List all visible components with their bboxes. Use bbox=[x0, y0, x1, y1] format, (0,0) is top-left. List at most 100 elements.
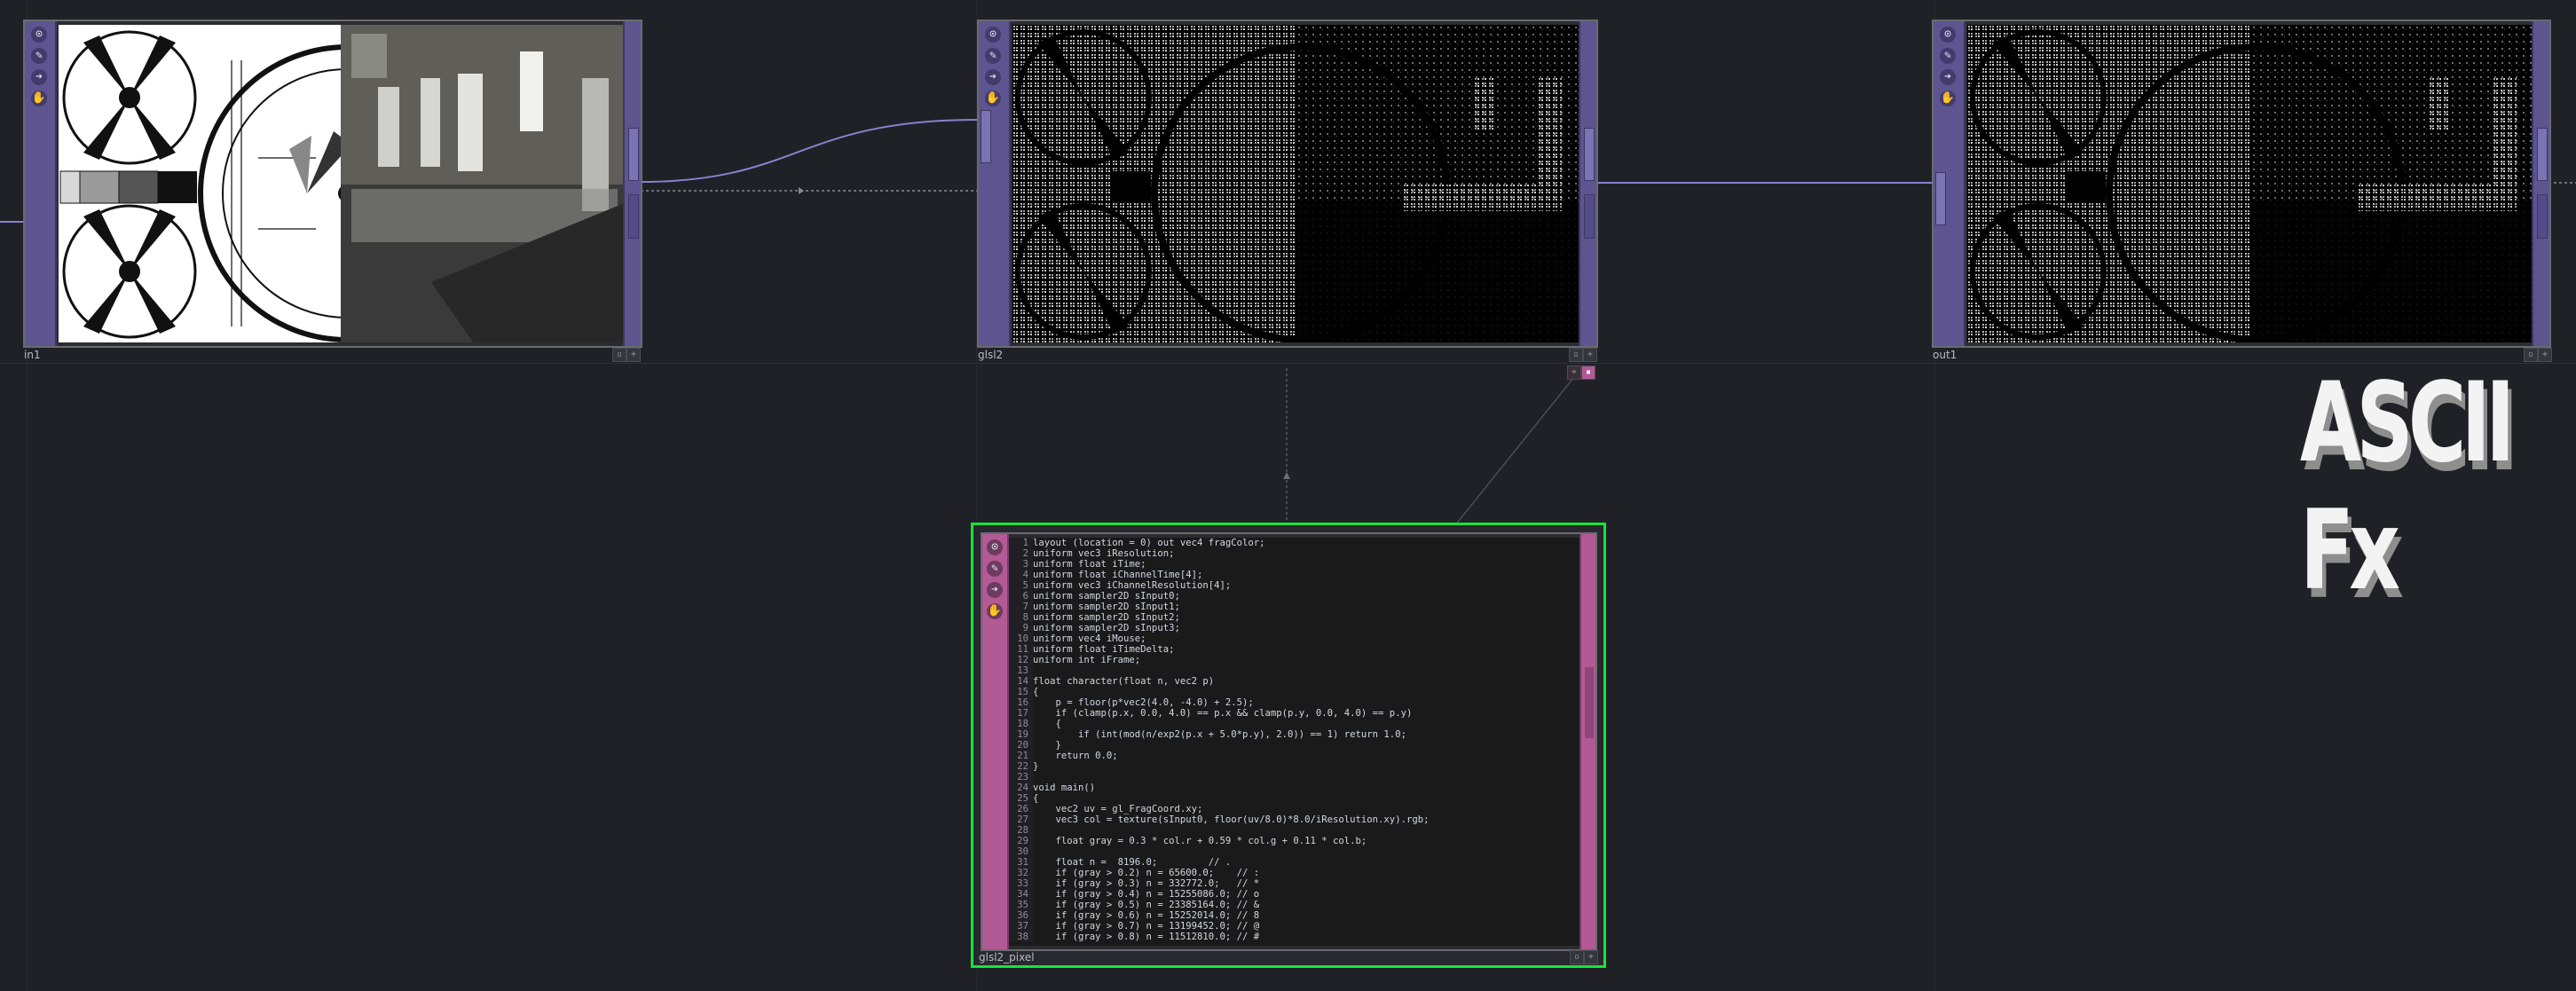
line-number: 2 bbox=[1009, 548, 1033, 559]
hand-icon[interactable]: ✋ bbox=[1940, 90, 1956, 106]
viewer-toggle-button[interactable]: ▫ bbox=[612, 348, 626, 362]
output-connector[interactable] bbox=[2537, 194, 2548, 239]
pin-icon[interactable]: ⌖ bbox=[1567, 366, 1581, 380]
code-text: } bbox=[1033, 740, 1061, 751]
arrow-right-icon[interactable]: ➔ bbox=[985, 69, 1001, 85]
line-number: 38 bbox=[1009, 932, 1033, 942]
hand-icon[interactable]: ✋ bbox=[31, 90, 47, 106]
code-text: uniform sampler2D sInput3; bbox=[1033, 623, 1180, 633]
code-line: 2 uniform vec3 iResolution; bbox=[1009, 548, 1579, 559]
node-glsl2[interactable]: ⊙ ✎ ➔ ✋ bbox=[977, 20, 1598, 348]
code-editor[interactable]: 1 layout (location = 0) out vec4 fragColo… bbox=[1009, 538, 1579, 946]
code-line: 27 vec3 col = texture(sInput0, floor(uv/… bbox=[1009, 814, 1579, 825]
pencil-icon[interactable]: ✎ bbox=[987, 561, 1003, 577]
arrow-right-icon[interactable]: ➔ bbox=[987, 582, 1003, 598]
node-out1[interactable]: ⊙ ✎ ➔ ✋ bbox=[1932, 20, 2551, 348]
hand-icon[interactable]: ✋ bbox=[985, 90, 1001, 106]
line-number: 12 bbox=[1009, 655, 1033, 665]
wire-pixel-glsl2-param bbox=[1454, 372, 1579, 526]
pencil-icon[interactable]: ✎ bbox=[31, 48, 47, 64]
code-line: 35 if (gray > 0.5) n = 23385164.0; // & bbox=[1009, 900, 1579, 910]
output-connector[interactable] bbox=[1584, 128, 1595, 181]
line-number: 15 bbox=[1009, 687, 1033, 697]
line-number: 22 bbox=[1009, 761, 1033, 772]
node-sidebar: ⊙ ✎ ➔ ✋ bbox=[979, 21, 1011, 346]
code-line: 23 bbox=[1009, 772, 1579, 783]
code-line: 12 uniform int iFrame; bbox=[1009, 655, 1579, 665]
code-line: 15{ bbox=[1009, 687, 1579, 697]
code-text: vec3 col = texture(sInput0, floor(uv/8.0… bbox=[1033, 814, 1430, 825]
pencil-icon[interactable]: ✎ bbox=[985, 48, 1001, 64]
scroll-thumb[interactable] bbox=[1585, 667, 1594, 738]
node-rightbar bbox=[1579, 21, 1596, 346]
node-glsl2-pixel[interactable]: ⊙ ✎ ➔ ✋ 1 layout (location = 0) out vec4 … bbox=[971, 523, 1606, 968]
line-number: 9 bbox=[1009, 623, 1033, 633]
hand-icon[interactable]: ✋ bbox=[987, 603, 1003, 619]
code-line: 6 uniform sampler2D sInput0; bbox=[1009, 591, 1579, 602]
output-connector[interactable] bbox=[628, 128, 639, 181]
viewer-image bbox=[59, 25, 623, 342]
add-button[interactable]: + bbox=[1583, 348, 1597, 362]
code-text: uniform sampler2D sInput1; bbox=[1033, 602, 1180, 612]
add-button[interactable]: + bbox=[626, 348, 641, 362]
viewer-toggle-button[interactable]: ▫ bbox=[2524, 348, 2538, 362]
line-number: 37 bbox=[1009, 921, 1033, 932]
viewer-toggle-button[interactable]: ▫ bbox=[1570, 950, 1584, 964]
line-number: 21 bbox=[1009, 751, 1033, 761]
target-icon[interactable]: ⊙ bbox=[31, 27, 47, 43]
code-line: 37 if (gray > 0.7) n = 13199452.0; // @ bbox=[1009, 921, 1579, 932]
code-line: 28 bbox=[1009, 825, 1579, 836]
line-number: 36 bbox=[1009, 910, 1033, 921]
code-text: uniform vec4 iMouse; bbox=[1033, 633, 1146, 644]
target-icon[interactable]: ⊙ bbox=[985, 27, 1001, 43]
line-number: 17 bbox=[1009, 708, 1033, 719]
code-text: return 0.0; bbox=[1033, 751, 1118, 761]
code-text: p = floor(p*vec2(4.0, -4.0) + 2.5); bbox=[1033, 697, 1254, 708]
line-number: 1 bbox=[1009, 538, 1033, 548]
output-connector[interactable] bbox=[1584, 194, 1595, 239]
node-in1[interactable]: ⊙ ✎ ➔ ✋ bbox=[23, 20, 642, 348]
line-number: 3 bbox=[1009, 559, 1033, 570]
arrow-right-icon[interactable]: ➔ bbox=[1940, 69, 1956, 85]
node-sidebar: ⊙ ✎ ➔ ✋ bbox=[982, 534, 1009, 949]
input-connector[interactable] bbox=[981, 110, 991, 163]
target-icon[interactable]: ⊙ bbox=[987, 539, 1003, 555]
output-connector[interactable] bbox=[2537, 128, 2548, 181]
code-text: uniform vec3 iResolution; bbox=[1033, 548, 1175, 559]
node-viewer bbox=[1967, 25, 2532, 342]
code-line: 36 if (gray > 0.6) n = 15252014.0; // 8 bbox=[1009, 910, 1579, 921]
code-line: 17 if (clamp(p.x, 0.0, 4.0) == p.x && cl… bbox=[1009, 708, 1579, 719]
code-scrollbar[interactable] bbox=[1579, 534, 1595, 949]
output-connector[interactable] bbox=[628, 194, 639, 239]
line-number: 26 bbox=[1009, 804, 1033, 814]
output-viewer-image bbox=[1967, 25, 2532, 342]
arrow-right-icon[interactable]: ➔ bbox=[31, 69, 47, 85]
node-label: in1 bbox=[24, 349, 41, 361]
target-icon[interactable]: ⊙ bbox=[1940, 27, 1956, 43]
line-number: 14 bbox=[1009, 676, 1033, 687]
code-text: layout (location = 0) out vec4 fragColor… bbox=[1033, 538, 1265, 548]
line-number: 32 bbox=[1009, 868, 1033, 878]
line-number: 4 bbox=[1009, 570, 1033, 580]
wire-arrow bbox=[799, 187, 804, 194]
code-text: if (gray > 0.8) n = 11512810.0; // # bbox=[1033, 932, 1260, 942]
code-text: if (gray > 0.7) n = 13199452.0; // @ bbox=[1033, 921, 1260, 932]
code-text: if (gray > 0.4) n = 15255086.0; // o bbox=[1033, 889, 1260, 900]
line-number: 7 bbox=[1009, 602, 1033, 612]
code-text: uniform float iTime; bbox=[1033, 559, 1146, 570]
code-text: { bbox=[1033, 793, 1039, 804]
pencil-icon[interactable]: ✎ bbox=[1940, 48, 1956, 64]
input-connector[interactable] bbox=[1935, 172, 1946, 225]
code-line: 16 p = floor(p*vec2(4.0, -4.0) + 2.5); bbox=[1009, 697, 1579, 708]
docked-op-icon[interactable]: ▪ bbox=[1581, 366, 1595, 380]
add-button[interactable]: + bbox=[2538, 348, 2552, 362]
code-line: 4 uniform float iChannelTime[4]; bbox=[1009, 570, 1579, 580]
node-label: out1 bbox=[1933, 349, 1958, 361]
code-text: uniform float iChannelTime[4]; bbox=[1033, 570, 1203, 580]
code-line: 9 uniform sampler2D sInput3; bbox=[1009, 623, 1579, 633]
code-line: 10 uniform vec4 iMouse; bbox=[1009, 633, 1579, 644]
code-line: 29 float gray = 0.3 * col.r + 0.59 * col… bbox=[1009, 836, 1579, 846]
add-button[interactable]: + bbox=[1584, 950, 1598, 964]
viewer-toggle-button[interactable]: ▫ bbox=[1569, 348, 1583, 362]
code-line: 22} bbox=[1009, 761, 1579, 772]
